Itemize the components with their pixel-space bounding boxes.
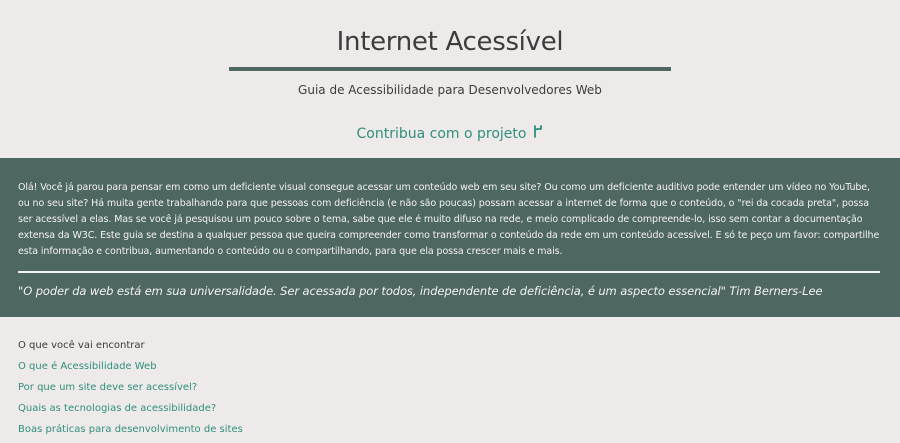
title-divider [229,67,671,71]
intro-text: Olá! Você já parou para pensar em como u… [18,182,880,257]
git-fork-icon [533,125,543,142]
intro-section: Olá! Você já parou para pensar em como u… [0,158,900,317]
intro-divider [18,271,880,273]
toc-link-technologies[interactable]: Quais as tecnologias de acessibilidade? [18,403,216,414]
contribute-label: Contribua com o projeto [356,125,527,142]
toc-link-best-practices[interactable]: Boas práticas para desenvolvimento de si… [18,424,243,435]
page-header: Internet Acessível Guia de Acessibilidad… [0,0,900,142]
intro-quote: "O poder da web está em sua universalida… [18,284,823,298]
list-item: O que é Acessibilidade Web [18,359,878,374]
toc-list: O que é Acessibilidade Web Por que um si… [18,359,878,437]
contribute-link[interactable]: Contribua com o projeto [357,125,544,142]
list-item: Quais as tecnologias de acessibilidade? [18,401,878,416]
list-item: Por que um site deve ser acessível? [18,380,878,395]
toc-link-what-is[interactable]: O que é Acessibilidade Web [18,361,157,372]
page-title: Internet Acessível [336,27,564,57]
page-subtitle: Guia de Acessibilidade para Desenvolvedo… [298,83,602,97]
table-of-contents: O que você vai encontrar O que é Acessib… [18,338,878,443]
list-item: Boas práticas para desenvolvimento de si… [18,422,878,437]
toc-title: O que você vai encontrar [18,340,145,351]
toc-link-why-accessible[interactable]: Por que um site deve ser acessível? [18,382,197,393]
